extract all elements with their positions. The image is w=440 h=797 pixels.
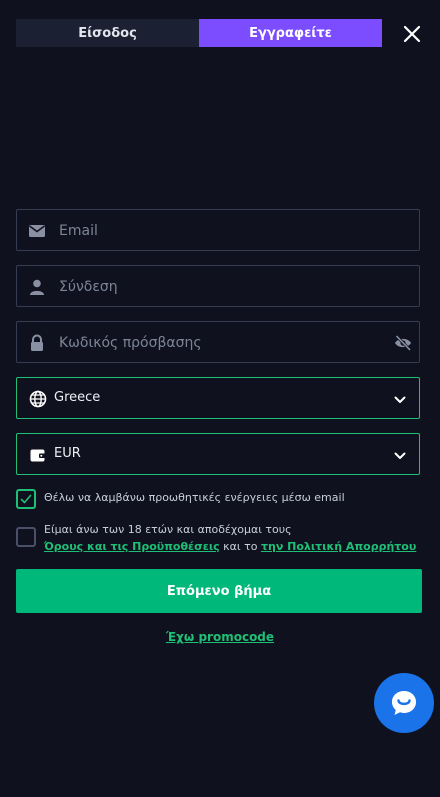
email-field — [16, 209, 420, 252]
promo-row: Έχω promocode — [0, 630, 440, 644]
wallet-icon — [29, 446, 47, 464]
tab-register[interactable]: Εγγραφείτε — [199, 19, 382, 47]
chevron-down-icon — [393, 448, 407, 462]
email-input[interactable] — [57, 210, 391, 252]
close-icon[interactable] — [401, 23, 423, 45]
terms-checkbox[interactable] — [16, 527, 36, 547]
chevron-down-icon — [393, 392, 407, 406]
password-input[interactable] — [57, 322, 391, 364]
privacy-link[interactable]: την Πολιτική Απορρήτου — [261, 540, 416, 553]
promo-email-label: Θέλω να λαμβάνω προωθητικές ενέργειες μέ… — [44, 491, 345, 504]
chat-icon — [392, 691, 416, 715]
currency-select[interactable]: EUR — [16, 433, 420, 475]
tab-login[interactable]: Είσοδος — [16, 19, 199, 47]
promo-email-consent: Θέλω να λαμβάνω προωθητικές ενέργειες μέ… — [16, 489, 345, 509]
terms-consent: Είμαι άνω των 18 ετών και αποδέχομαι του… — [16, 521, 416, 555]
promocode-link[interactable]: Έχω promocode — [166, 630, 274, 644]
country-value: Greece — [54, 390, 101, 405]
terms-link[interactable]: Όρους και τις Προϋποθέσεις — [44, 540, 220, 553]
terms-text: Είμαι άνω των 18 ετών και αποδέχομαι του… — [44, 521, 416, 555]
eye-off-icon[interactable] — [394, 334, 412, 352]
username-field — [16, 265, 420, 308]
terms-prefix: Είμαι άνω των 18 ετών και αποδέχομαι του… — [44, 523, 292, 536]
promo-email-checkbox[interactable] — [16, 489, 36, 509]
country-select[interactable]: Greece — [16, 377, 420, 419]
lock-icon — [28, 334, 46, 352]
globe-icon — [29, 390, 47, 408]
chat-button[interactable] — [374, 673, 434, 733]
username-input[interactable] — [57, 266, 391, 308]
currency-value: EUR — [54, 446, 81, 461]
terms-and: και το — [223, 540, 258, 553]
check-icon — [20, 494, 32, 504]
auth-tabs: Είσοδος Εγγραφείτε — [16, 19, 382, 47]
next-step-button[interactable]: Επόμενο βήμα — [16, 569, 422, 613]
envelope-icon — [28, 222, 46, 240]
user-icon — [28, 278, 46, 296]
password-field — [16, 321, 420, 364]
